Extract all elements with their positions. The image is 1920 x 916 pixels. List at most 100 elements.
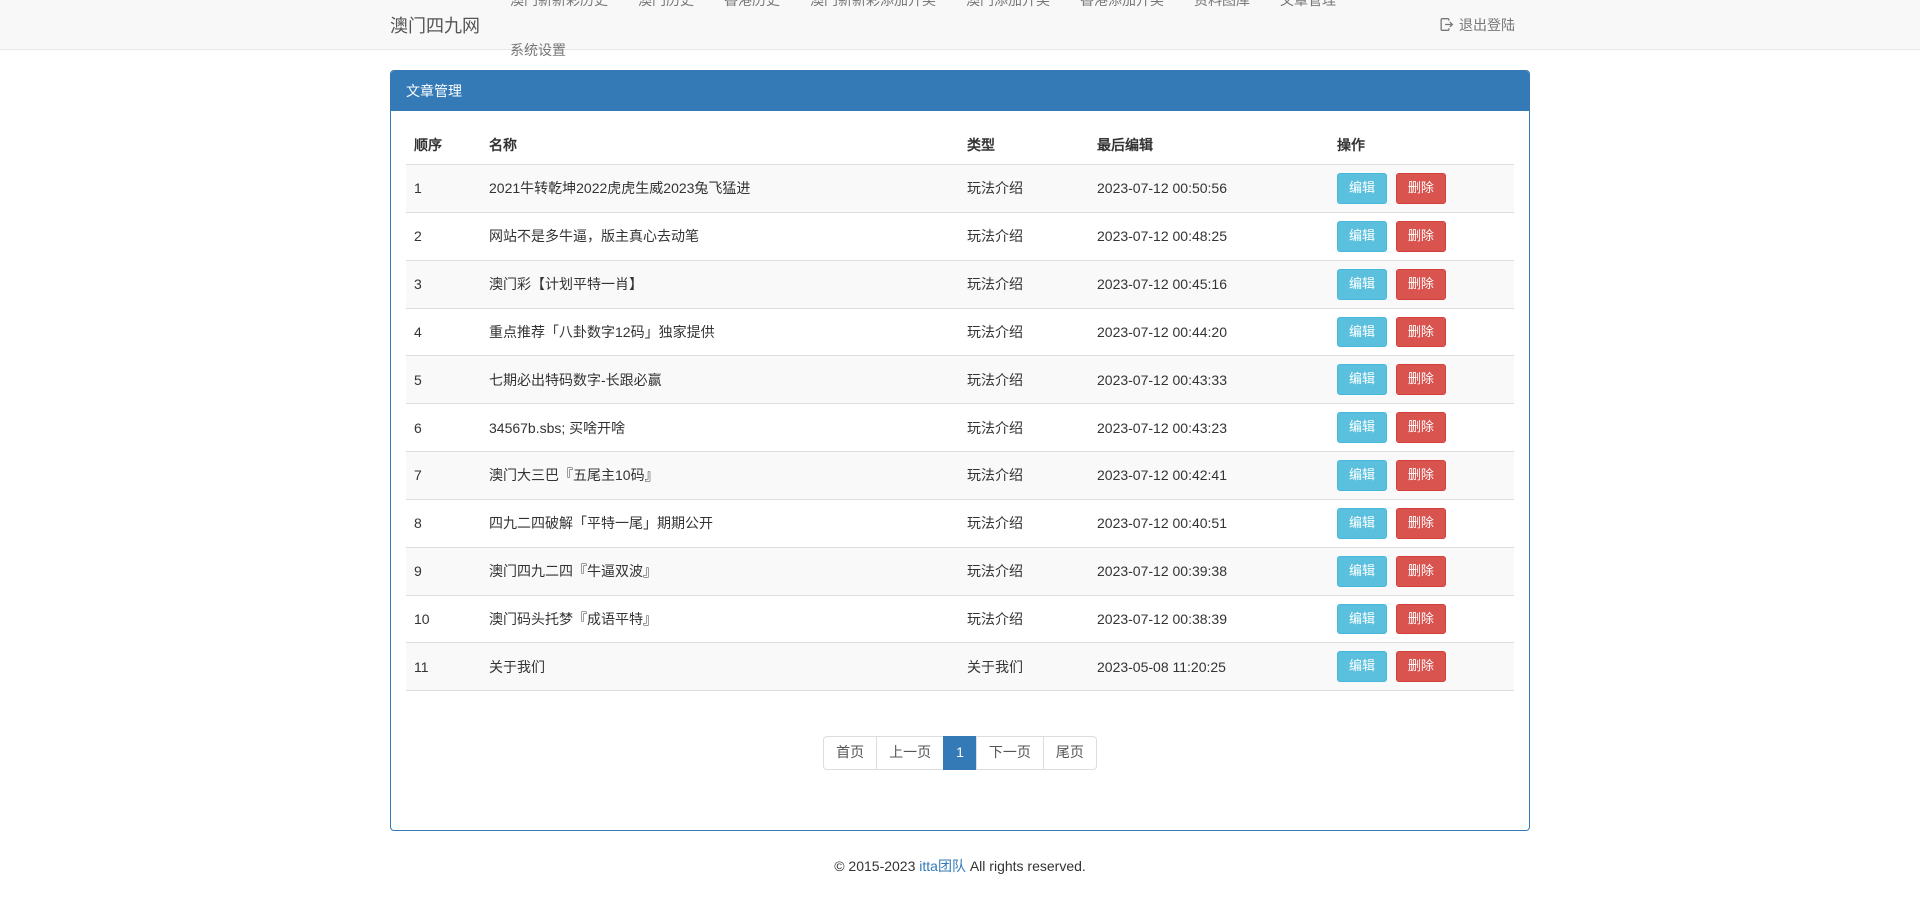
logout-button[interactable]: 退出登陆 (1424, 0, 1530, 50)
pagination-item-5: 尾页 (1044, 736, 1097, 770)
table-row: 8 四九二四破解「平特一尾」期期公开 玩法介绍 2023-07-12 00:40… (406, 499, 1514, 547)
pagination-current-page[interactable]: 1 (943, 736, 977, 770)
delete-button[interactable]: 删除 (1396, 604, 1446, 635)
cell-actions: 编辑 删除 (1329, 356, 1514, 404)
footer: © 2015-2023 itta团队 All rights reserved. (0, 831, 1920, 916)
edit-button[interactable]: 编辑 (1337, 364, 1387, 395)
cell-name: 澳门码头托梦『成语平特』 (481, 595, 959, 643)
edit-button[interactable]: 编辑 (1337, 460, 1387, 491)
cell-type: 玩法介绍 (959, 404, 1089, 452)
navbar-container: 澳门四九网 澳门新新彩历史澳门历史香港历史澳门新新彩添加开奖澳门添加开奖香港添加… (390, 0, 1530, 49)
pagination-item-4: 下一页 (977, 736, 1044, 770)
cell-type: 玩法介绍 (959, 165, 1089, 213)
cell-name: 澳门四九二四『牛逼双波』 (481, 547, 959, 595)
nav-item-7[interactable]: 资料图库 (1179, 0, 1265, 8)
edit-button[interactable]: 编辑 (1337, 651, 1387, 682)
cell-type: 关于我们 (959, 643, 1089, 691)
cell-actions: 编辑 删除 (1329, 547, 1514, 595)
cell-type: 玩法介绍 (959, 499, 1089, 547)
edit-button[interactable]: 编辑 (1337, 269, 1387, 300)
logout-label: 退出登陆 (1459, 0, 1515, 50)
cell-actions: 编辑 删除 (1329, 643, 1514, 691)
pagination-link[interactable]: 上一页 (876, 736, 944, 770)
cell-last-edited: 2023-07-12 00:43:23 (1089, 404, 1329, 452)
edit-button[interactable]: 编辑 (1337, 604, 1387, 635)
site-brand[interactable]: 澳门四九网 (390, 12, 495, 38)
delete-button[interactable]: 删除 (1396, 651, 1446, 682)
edit-button[interactable]: 编辑 (1337, 412, 1387, 443)
cell-last-edited: 2023-07-12 00:43:33 (1089, 356, 1329, 404)
nav-item-6[interactable]: 香港添加开奖 (1065, 0, 1179, 8)
cell-type: 玩法介绍 (959, 308, 1089, 356)
pagination-link[interactable]: 首页 (823, 736, 877, 770)
cell-index: 5 (406, 356, 481, 404)
cell-index: 4 (406, 308, 481, 356)
delete-button[interactable]: 删除 (1396, 221, 1446, 252)
delete-button[interactable]: 删除 (1396, 364, 1446, 395)
edit-button[interactable]: 编辑 (1337, 508, 1387, 539)
cell-actions: 编辑 删除 (1329, 308, 1514, 356)
cell-index: 8 (406, 499, 481, 547)
edit-button[interactable]: 编辑 (1337, 317, 1387, 348)
cell-actions: 编辑 删除 (1329, 452, 1514, 500)
edit-button[interactable]: 编辑 (1337, 173, 1387, 204)
cell-type: 玩法介绍 (959, 595, 1089, 643)
cell-name: 关于我们 (481, 643, 959, 691)
delete-button[interactable]: 删除 (1396, 508, 1446, 539)
table-row: 4 重点推荐「八卦数字12码」独家提供 玩法介绍 2023-07-12 00:4… (406, 308, 1514, 356)
nav-item-8[interactable]: 文章管理 (1265, 0, 1351, 8)
pagination-link[interactable]: 尾页 (1043, 736, 1097, 770)
cell-type: 玩法介绍 (959, 212, 1089, 260)
cell-name: 澳门彩【计划平特一肖】 (481, 260, 959, 308)
header-type: 类型 (959, 126, 1089, 165)
cell-index: 9 (406, 547, 481, 595)
cell-index: 10 (406, 595, 481, 643)
table-row: 10 澳门码头托梦『成语平特』 玩法介绍 2023-07-12 00:38:39… (406, 595, 1514, 643)
nav-item-2[interactable]: 澳门历史 (623, 0, 709, 8)
articles-table: 顺序 名称 类型 最后编辑 操作 1 2021牛转乾坤2022虎虎生威2023兔… (406, 126, 1514, 691)
delete-button[interactable]: 删除 (1396, 269, 1446, 300)
nav-item-1[interactable]: 澳门新新彩历史 (495, 0, 623, 8)
edit-button[interactable]: 编辑 (1337, 221, 1387, 252)
cell-name: 2021牛转乾坤2022虎虎生威2023兔飞猛进 (481, 165, 959, 213)
cell-index: 3 (406, 260, 481, 308)
header-name: 名称 (481, 126, 959, 165)
delete-button[interactable]: 删除 (1396, 412, 1446, 443)
delete-button[interactable]: 删除 (1396, 173, 1446, 204)
pagination: 首页上一页1下一页尾页 (823, 736, 1097, 770)
cell-name: 澳门大三巴『五尾主10码』 (481, 452, 959, 500)
cell-index: 11 (406, 643, 481, 691)
cell-actions: 编辑 删除 (1329, 595, 1514, 643)
delete-button[interactable]: 删除 (1396, 556, 1446, 587)
header-actions: 操作 (1329, 126, 1514, 165)
nav-item-3[interactable]: 香港历史 (709, 0, 795, 8)
cell-name: 七期必出特码数字-长跟必赢 (481, 356, 959, 404)
nav-item-4[interactable]: 澳门新新彩添加开奖 (795, 0, 951, 8)
nav-item-9[interactable]: 系统设置 (495, 42, 581, 58)
cell-index: 7 (406, 452, 481, 500)
panel-body: 顺序 名称 类型 最后编辑 操作 1 2021牛转乾坤2022虎虎生威2023兔… (391, 111, 1529, 830)
delete-button[interactable]: 删除 (1396, 460, 1446, 491)
cell-name: 网站不是多牛逼，版主真心去动笔 (481, 212, 959, 260)
footer-copyright: © 2015-2023 (834, 858, 915, 874)
cell-actions: 编辑 删除 (1329, 260, 1514, 308)
header-index: 顺序 (406, 126, 481, 165)
cell-last-edited: 2023-07-12 00:38:39 (1089, 595, 1329, 643)
table-row: 5 七期必出特码数字-长跟必赢 玩法介绍 2023-07-12 00:43:33… (406, 356, 1514, 404)
edit-button[interactable]: 编辑 (1337, 556, 1387, 587)
footer-team-link[interactable]: itta团队 (919, 858, 966, 874)
footer-rights: All rights reserved. (970, 858, 1086, 874)
article-management-panel: 文章管理 顺序 名称 类型 最后编辑 操作 1 2021牛转乾坤2022虎虎生威… (390, 70, 1530, 831)
table-row: 7 澳门大三巴『五尾主10码』 玩法介绍 2023-07-12 00:42:41… (406, 452, 1514, 500)
cell-type: 玩法介绍 (959, 356, 1089, 404)
table-row: 3 澳门彩【计划平特一肖】 玩法介绍 2023-07-12 00:45:16 编… (406, 260, 1514, 308)
cell-type: 玩法介绍 (959, 547, 1089, 595)
nav-item-5[interactable]: 澳门添加开奖 (951, 0, 1065, 8)
delete-button[interactable]: 删除 (1396, 317, 1446, 348)
cell-last-edited: 2023-07-12 00:39:38 (1089, 547, 1329, 595)
cell-actions: 编辑 删除 (1329, 499, 1514, 547)
pagination-item-2: 上一页 (877, 736, 944, 770)
pagination-link[interactable]: 下一页 (976, 736, 1044, 770)
header-last-edited: 最后编辑 (1089, 126, 1329, 165)
cell-last-edited: 2023-07-12 00:42:41 (1089, 452, 1329, 500)
